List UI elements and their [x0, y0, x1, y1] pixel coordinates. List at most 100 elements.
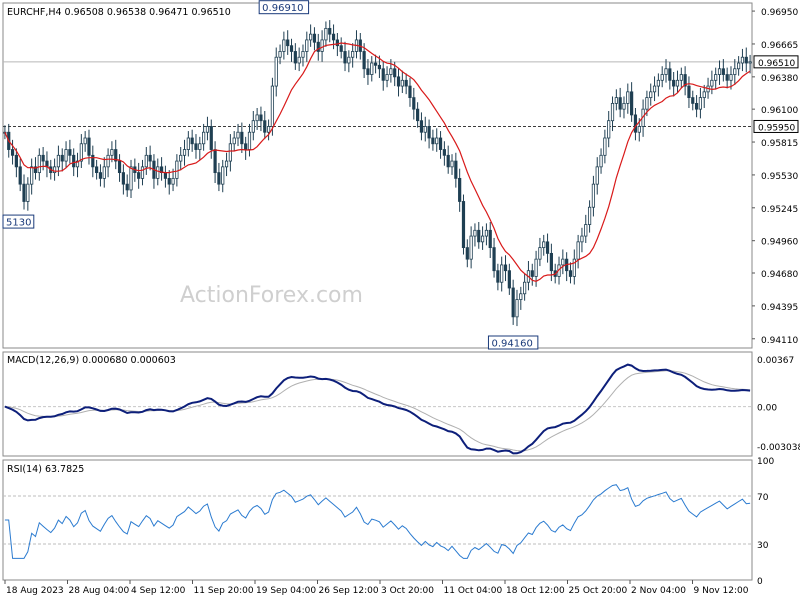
candle-body [217, 172, 221, 185]
x-tick-label: 11 Oct 04:00 [444, 586, 503, 596]
candle-body [561, 258, 565, 266]
candle-body [347, 56, 351, 64]
candle-body [289, 45, 294, 52]
candle-body [610, 102, 615, 122]
candle-body [511, 287, 515, 318]
candle-body [381, 68, 385, 81]
macd-y-tick-label: 0.00 [757, 404, 777, 414]
candle-body [209, 126, 213, 150]
candle-body [492, 247, 496, 272]
candle-body [603, 137, 607, 156]
candle-body [240, 131, 244, 145]
x-tick-label: 26 Sep 12:00 [319, 586, 379, 596]
candle-body [385, 74, 389, 81]
candle-body [179, 154, 183, 162]
candle-body [232, 137, 236, 145]
candle-body [523, 281, 527, 295]
y-tick-label: 0.94960 [761, 238, 798, 248]
candle-body [542, 241, 546, 249]
candle-body [503, 264, 508, 272]
candle-body [30, 166, 34, 185]
candle-body [595, 166, 599, 185]
candle-body [507, 270, 511, 289]
candle-body [305, 39, 309, 52]
candle-body [331, 33, 336, 41]
candle-body [186, 137, 190, 150]
candle-body [10, 149, 15, 156]
candle-body [717, 68, 722, 75]
candle-body [198, 143, 202, 150]
candle-body [687, 85, 691, 99]
candle-body [339, 45, 343, 52]
candle-body [83, 137, 87, 145]
candle-body [148, 154, 152, 162]
candle-body [469, 235, 473, 260]
candle-body [266, 126, 271, 133]
candle-body [599, 154, 603, 168]
candle-body [587, 206, 592, 225]
candle-body [328, 27, 332, 35]
candle-body [301, 51, 305, 58]
candle-body [270, 85, 275, 127]
y-tick-label: 0.94395 [761, 303, 798, 313]
candle-body [630, 91, 634, 116]
candle-body [710, 79, 714, 87]
candle-body [282, 39, 286, 52]
candle-body [721, 68, 725, 75]
candle-body [702, 91, 706, 99]
candle-body [461, 201, 466, 249]
candle-body [679, 74, 683, 81]
candle-body [335, 39, 339, 47]
candle-body [458, 177, 462, 202]
candle-body [156, 166, 160, 179]
candle-body [477, 229, 481, 243]
annotation-label: 0.96910 [262, 3, 303, 14]
candle-body [515, 299, 519, 318]
candle-body [435, 137, 439, 145]
candle-body [274, 56, 278, 87]
rsi-y-tick-label: 70 [757, 493, 769, 503]
candle-body [607, 120, 611, 139]
candle-body [95, 166, 99, 174]
candle-body [72, 154, 76, 168]
panel-frame-rsi [2, 459, 753, 581]
candle-body [748, 61, 752, 64]
candle-body [255, 114, 259, 122]
candle-body [668, 68, 672, 81]
candle-body [91, 154, 95, 168]
candle-body [362, 51, 366, 70]
candle-body [412, 97, 416, 110]
candle-body [343, 51, 347, 64]
candle-body [446, 154, 450, 168]
rsi-y-tick-label: 100 [757, 457, 774, 467]
candle-body [500, 264, 504, 283]
x-tick-label: 25 Oct 20:00 [569, 586, 628, 596]
candle-body [652, 85, 657, 93]
x-tick-label: 11 Sep 20:00 [194, 586, 254, 596]
candle-body [236, 131, 240, 139]
candle-body [633, 114, 638, 133]
candle-body [125, 183, 129, 191]
candle-body [64, 149, 68, 162]
candle-body [79, 143, 83, 162]
candle-body [740, 56, 745, 64]
candle-body [167, 177, 171, 185]
candle-body [60, 154, 64, 162]
candle-body [56, 154, 61, 168]
candle-body [427, 126, 431, 139]
y-tick-label: 0.95530 [761, 172, 798, 182]
candle-body [312, 33, 317, 43]
candle-body [110, 149, 114, 156]
candle-body [568, 270, 573, 277]
candle-body [251, 120, 255, 133]
candle-body [247, 131, 252, 150]
y-tick-label: 0.96380 [761, 74, 798, 84]
candle-body [465, 247, 469, 260]
candle-body [538, 247, 542, 260]
candle-body [259, 114, 263, 122]
candle-body [649, 91, 653, 99]
candle-body [41, 154, 45, 162]
candle-body [725, 74, 729, 81]
candle-body [98, 172, 103, 179]
panel-frame-price [2, 2, 753, 349]
